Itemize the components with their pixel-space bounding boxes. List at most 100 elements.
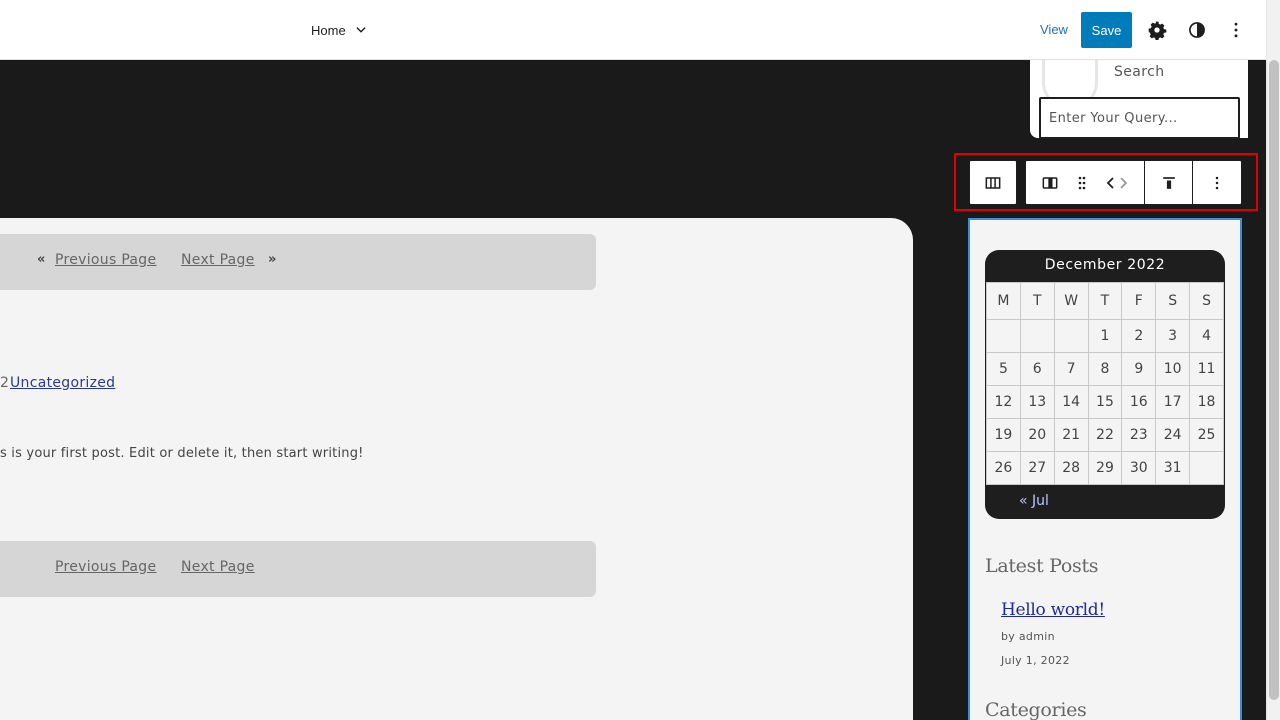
calendar-week-row: 5 6 7 8 9 10 11 — [986, 352, 1224, 386]
calendar-day: 31 — [1155, 451, 1191, 485]
calendar-week-row: 12 13 14 15 16 17 18 — [986, 385, 1224, 419]
select-parent-button[interactable] — [970, 161, 1016, 204]
search-block: Search — [1030, 60, 1248, 139]
categories-heading: Categories — [985, 699, 1087, 720]
calendar-day: 12 — [986, 385, 1021, 419]
pagination-bottom: Previous Page Next Page — [0, 541, 596, 597]
block-toolbar — [1025, 160, 1242, 205]
calendar-day: 28 — [1053, 451, 1089, 485]
more-vertical-icon — [1234, 22, 1238, 38]
pagination-top: « Previous Page Next Page » — [0, 234, 596, 290]
calendar-week-row: 19 20 21 22 23 24 25 — [986, 418, 1224, 452]
calendar-day: 18 — [1189, 385, 1224, 419]
calendar-day: 10 — [1155, 352, 1191, 386]
view-link[interactable]: View — [1040, 22, 1068, 37]
calendar-weekday: T — [1019, 282, 1055, 320]
contrast-icon — [1189, 22, 1205, 38]
editor-header: Home View Save — [0, 0, 1266, 60]
calendar-empty-cell — [986, 319, 1021, 353]
calendar-week-row: 26 27 28 29 30 31 — [986, 451, 1224, 485]
latest-post-date: July 1, 2022 — [1001, 654, 1070, 667]
calendar-day: 14 — [1053, 385, 1089, 419]
calendar-day: 5 — [986, 352, 1021, 386]
calendar-day: 19 — [986, 418, 1021, 452]
page-scrollbar[interactable] — [1266, 0, 1280, 720]
columns-icon — [985, 176, 1001, 189]
align-top-icon — [1162, 176, 1175, 189]
block-type-button[interactable] — [1026, 161, 1074, 204]
calendar-day: 29 — [1087, 451, 1123, 485]
template-nav-dropdown[interactable]: Home — [311, 20, 368, 40]
post-date-fragment: 2 — [0, 375, 9, 391]
calendar-grid: MTWTFSS 1 2 3 4 5 6 7 8 9 10 11 12 13 14 15 16 17 18 19 20 2… — [986, 282, 1224, 485]
main-content: « Previous Page Next Page » 2 Uncategori… — [0, 218, 913, 720]
calendar-day: 11 — [1189, 352, 1224, 386]
calendar-day: 15 — [1087, 385, 1123, 419]
calendar-day: 8 — [1087, 352, 1123, 386]
more-vertical-icon — [1215, 176, 1219, 189]
calendar-day: 6 — [1019, 352, 1055, 386]
category-link[interactable]: Uncategorized — [10, 375, 115, 391]
calendar-day: 30 — [1121, 451, 1157, 485]
calendar-day: 24 — [1155, 418, 1191, 452]
calendar-day: 21 — [1053, 418, 1089, 452]
calendar-weekday: S — [1189, 282, 1224, 320]
post-excerpt: s is your first post. Edit or delete it,… — [0, 446, 364, 461]
calendar-day: 9 — [1121, 352, 1157, 386]
save-button[interactable]: Save — [1081, 12, 1132, 48]
move-buttons[interactable] — [1090, 161, 1144, 204]
calendar-day: 23 — [1121, 418, 1157, 452]
calendar-empty-cell — [1019, 319, 1055, 353]
calendar-widget: December 2022 MTWTFSS 1 2 3 4 5 6 7 8 9 10 11 12 13 1… — [985, 250, 1225, 519]
calendar-empty-cell — [1053, 319, 1089, 353]
latest-posts-heading: Latest Posts — [985, 555, 1099, 577]
calendar-weekday: T — [1087, 282, 1123, 320]
calendar-day: 7 — [1053, 352, 1089, 386]
calendar-weekday: F — [1121, 282, 1157, 320]
calendar-day: 20 — [1019, 418, 1055, 452]
calendar-day: 1 — [1087, 319, 1123, 353]
drag-handle[interactable] — [1074, 161, 1090, 204]
calendar-day: 3 — [1155, 319, 1191, 353]
sidebar-column[interactable]: December 2022 MTWTFSS 1 2 3 4 5 6 7 8 9 10 11 12 13 1… — [968, 218, 1242, 720]
block-options-button[interactable] — [1193, 161, 1241, 204]
prev-arrow-icon: « — [37, 252, 46, 267]
scrollbar-thumb[interactable] — [1269, 60, 1279, 700]
calendar-day: 17 — [1155, 385, 1191, 419]
select-parent-group — [969, 160, 1017, 205]
column-icon — [1042, 176, 1058, 189]
drag-handle-icon — [1078, 176, 1086, 189]
options-button[interactable] — [1224, 18, 1248, 42]
calendar-day: 2 — [1121, 319, 1157, 353]
calendar-prev-month-link[interactable]: « Jul — [1019, 493, 1049, 509]
calendar-day: 13 — [1019, 385, 1055, 419]
nav-label: Home — [311, 22, 346, 38]
next-page-link[interactable]: Next Page — [181, 252, 255, 268]
latest-post-author: by admin — [1001, 630, 1055, 643]
calendar-caption: December 2022 — [1044, 257, 1166, 273]
calendar-day: 26 — [986, 451, 1021, 485]
gear-icon — [1148, 21, 1167, 40]
calendar-day: 4 — [1189, 319, 1224, 353]
calendar-weekday: M — [986, 282, 1021, 320]
settings-button[interactable] — [1145, 18, 1169, 42]
calendar-day: 22 — [1087, 418, 1123, 452]
calendar-week-row: 1234 — [986, 319, 1224, 353]
vertical-align-button[interactable] — [1145, 161, 1192, 204]
next-page-link[interactable]: Next Page — [181, 559, 255, 575]
chevron-down-icon — [356, 27, 366, 33]
previous-page-link[interactable]: Previous Page — [55, 252, 156, 268]
styles-button[interactable] — [1185, 18, 1209, 42]
arrows-left-right-icon — [1106, 176, 1128, 189]
latest-post-link[interactable]: Hello world! — [1001, 600, 1105, 620]
next-arrow-icon: » — [268, 252, 277, 267]
calendar-day: 27 — [1019, 451, 1055, 485]
calendar-day: 16 — [1121, 385, 1157, 419]
calendar-day: 25 — [1189, 418, 1224, 452]
search-input[interactable] — [1039, 97, 1240, 139]
search-label: Search — [1114, 64, 1165, 80]
previous-page-link[interactable]: Previous Page — [55, 559, 156, 575]
calendar-empty-cell — [1189, 451, 1224, 485]
calendar-weekday: S — [1155, 282, 1191, 320]
calendar-weekday: W — [1053, 282, 1089, 320]
